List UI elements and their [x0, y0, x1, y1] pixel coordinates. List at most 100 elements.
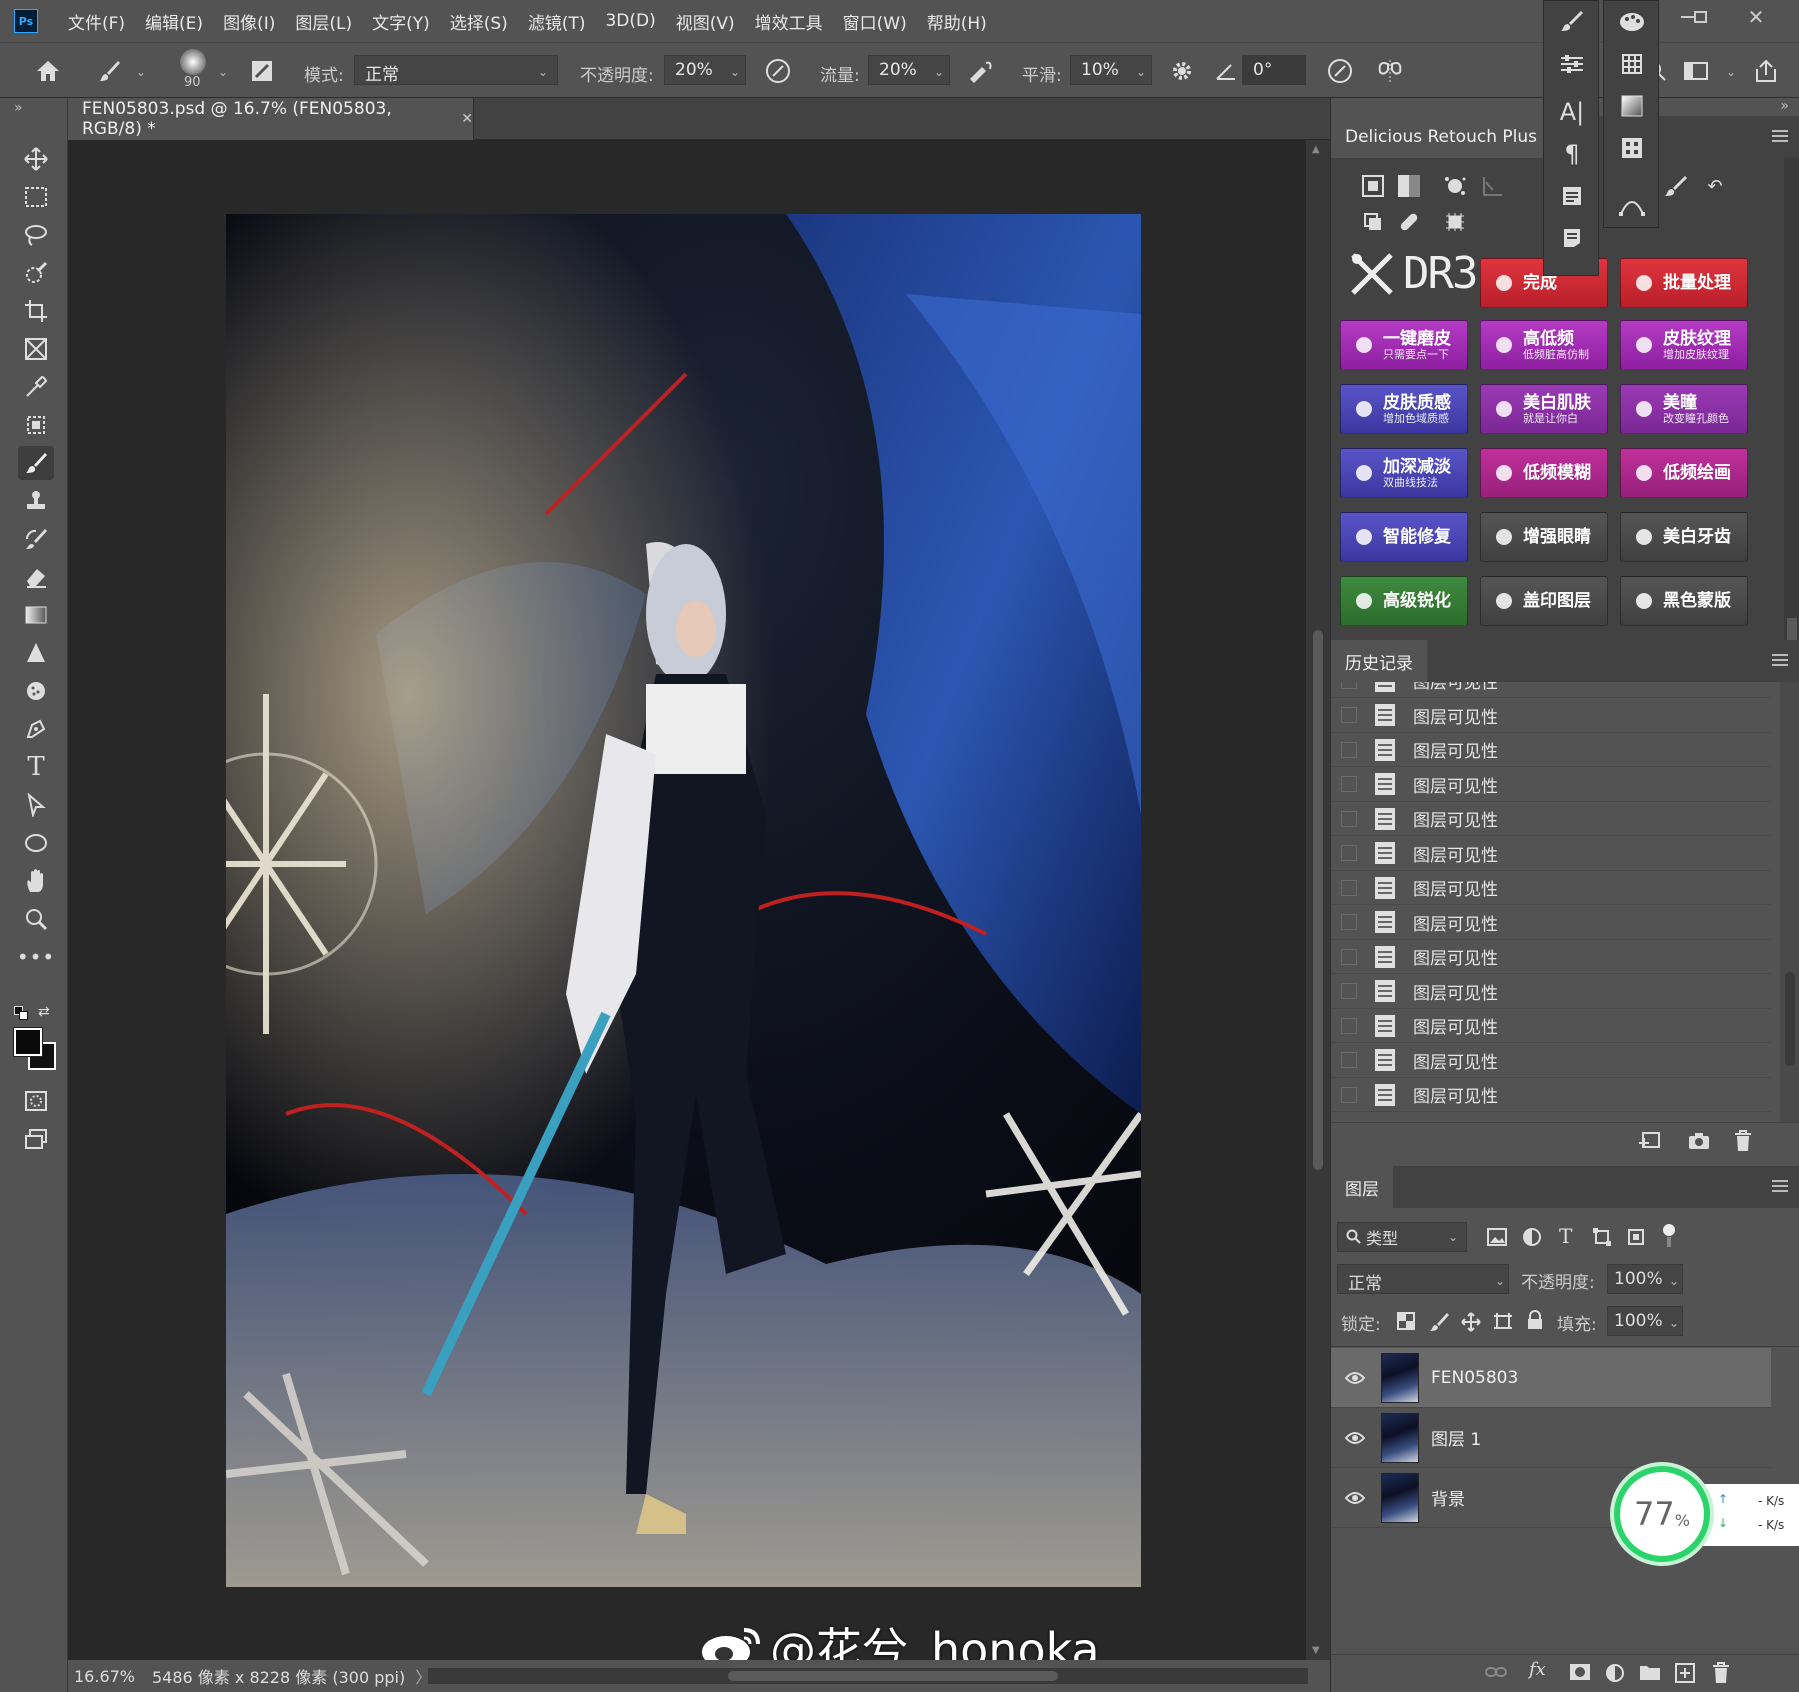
dr-whiten-teeth-button[interactable]: 美白牙齿: [1620, 512, 1748, 562]
history-panel-menu-icon[interactable]: [1772, 654, 1788, 666]
history-state-row[interactable]: 图层可见性: [1331, 906, 1771, 940]
new-document-from-state-icon[interactable]: [1637, 1131, 1661, 1153]
zoom-level[interactable]: 16.67%: [74, 1667, 144, 1686]
menu-select[interactable]: 选择(S): [450, 9, 508, 34]
dr-panel-scroll-thumb[interactable]: [1787, 618, 1797, 642]
menu-image[interactable]: 图像(I): [223, 9, 275, 34]
dr-select-icon[interactable]: [1359, 172, 1387, 200]
lock-image-pixels-icon[interactable]: [1429, 1312, 1449, 1332]
history-state-row[interactable]: 图层可见性: [1331, 699, 1771, 733]
collapse-panels-icon[interactable]: »: [1780, 98, 1789, 114]
brush-size-chevron-icon[interactable]: ⌄: [218, 65, 228, 79]
menu-file[interactable]: 文件(F): [68, 9, 125, 34]
filter-adjustment-icon[interactable]: [1523, 1228, 1541, 1246]
color-panel-icon[interactable]: [1604, 1, 1660, 43]
dr-hi-lo-freq-button[interactable]: 高低频 低频脏高仿制: [1480, 320, 1608, 370]
history-snapshot-checkbox[interactable]: [1341, 845, 1357, 861]
mode-select[interactable]: 正常: [354, 55, 558, 85]
history-snapshot-checkbox[interactable]: [1341, 810, 1357, 827]
collapse-toolbar-icon[interactable]: »: [14, 100, 23, 116]
clone-stamp-tool-icon[interactable]: [18, 484, 54, 518]
menu-help[interactable]: 帮助(H): [927, 9, 987, 34]
network-speed-widget[interactable]: 77% ↑ ↓ - K/s - K/s: [1614, 1466, 1799, 1562]
layer-style-fx-icon[interactable]: fx: [1529, 1659, 1546, 1680]
gradient-tool-icon[interactable]: [18, 598, 54, 632]
layer-filter-select[interactable]: 类型 ⌄: [1337, 1222, 1467, 1252]
history-state-row[interactable]: 图层可见性: [1331, 1078, 1771, 1112]
home-icon[interactable]: [32, 55, 64, 87]
angle-field[interactable]: 0°: [1242, 55, 1306, 85]
history-state-row[interactable]: 图层可见性: [1331, 1044, 1771, 1078]
new-layer-icon[interactable]: [1675, 1663, 1695, 1683]
menu-layer[interactable]: 图层(L): [295, 9, 352, 34]
swatches-panel-icon[interactable]: [1604, 43, 1660, 85]
new-group-folder-icon[interactable]: [1639, 1663, 1661, 1681]
layers-panel-menu-icon[interactable]: [1772, 1180, 1788, 1192]
crop-tool-icon[interactable]: [18, 294, 54, 328]
menu-plugins[interactable]: 增效工具: [755, 9, 823, 34]
delete-layer-trash-icon[interactable]: [1711, 1661, 1731, 1685]
pressure-size-icon[interactable]: [1324, 55, 1356, 87]
history-snapshot-checkbox[interactable]: [1341, 741, 1357, 758]
close-tab-icon[interactable]: ✕: [461, 111, 473, 127]
gradients-panel-icon[interactable]: [1604, 85, 1660, 127]
glyphs-panel-icon[interactable]: [1544, 175, 1600, 217]
dr-panel-tab[interactable]: Delicious Retouch Plus: [1331, 116, 1551, 158]
filter-pixel-icon[interactable]: [1487, 1228, 1507, 1246]
visibility-eye-icon[interactable]: [1343, 1491, 1367, 1505]
filter-type-icon[interactable]: T: [1559, 1224, 1572, 1248]
menu-edit[interactable]: 编辑(E): [145, 9, 203, 34]
visibility-eye-icon[interactable]: [1343, 1431, 1367, 1445]
brush-tip-preview[interactable]: [180, 49, 206, 75]
dr-skin-quality-button[interactable]: 皮肤质感 增加色域质感: [1340, 384, 1468, 434]
menu-3d[interactable]: 3D(D): [605, 11, 655, 31]
dr-sharpen-button[interactable]: 高级锐化: [1340, 576, 1468, 626]
more-tools-icon[interactable]: •••: [17, 940, 54, 974]
symmetry-icon[interactable]: [1374, 55, 1406, 87]
airbrush-icon[interactable]: [964, 55, 996, 87]
quick-mask-icon[interactable]: [18, 1084, 54, 1118]
new-adjustment-layer-icon[interactable]: [1605, 1663, 1625, 1683]
mode-chevron-icon[interactable]: ⌄: [538, 65, 548, 79]
history-state-row[interactable]: 图层可见性: [1331, 940, 1771, 974]
foreground-color-swatch[interactable]: [13, 1027, 43, 1057]
document-image[interactable]: [226, 214, 1141, 1587]
dr-low-freq-blur-button[interactable]: 低频模糊: [1480, 448, 1608, 498]
dr-stamp-layer-button[interactable]: 盖印图层: [1480, 576, 1608, 626]
adjustments-panel-icon[interactable]: [1544, 43, 1600, 85]
dr-low-freq-paint-button[interactable]: 低频绘画: [1620, 448, 1748, 498]
history-state-row[interactable]: 图层可见性: [1331, 682, 1771, 698]
dr-black-mask-button[interactable]: 黑色蒙版: [1620, 576, 1748, 626]
workspace-chevron-icon[interactable]: ⌄: [1726, 65, 1736, 79]
zoom-tool-icon[interactable]: [18, 902, 54, 936]
patterns-panel-icon[interactable]: [1604, 127, 1660, 169]
dr-undo-icon[interactable]: ↶: [1701, 172, 1729, 200]
lock-artboard-icon[interactable]: [1493, 1312, 1513, 1332]
dr-brush-icon[interactable]: [1661, 172, 1689, 200]
vertical-scrollbar[interactable]: ▲ ▼: [1306, 140, 1330, 1660]
vertical-scroll-thumb[interactable]: [1313, 630, 1323, 1170]
history-scrollbar[interactable]: [1780, 682, 1799, 1122]
document-tab[interactable]: FEN05803.psd @ 16.7% (FEN05803, RGB/8) *…: [68, 98, 474, 140]
history-state-row[interactable]: 图层可见性: [1331, 733, 1771, 767]
layer-opacity-chevron-icon[interactable]: ⌄: [1669, 1274, 1679, 1288]
dr-bandage-icon[interactable]: [1395, 208, 1423, 236]
spot-healing-tool-icon[interactable]: [18, 408, 54, 442]
dr-panel-menu-icon[interactable]: [1772, 130, 1788, 142]
add-mask-icon[interactable]: [1569, 1663, 1591, 1681]
scroll-down-icon[interactable]: ▼: [1312, 1645, 1320, 1656]
history-state-row[interactable]: 图层可见性: [1331, 837, 1771, 871]
history-snapshot-checkbox[interactable]: [1341, 1086, 1357, 1103]
quick-selection-tool-icon[interactable]: [18, 256, 54, 290]
history-snapshot-checkbox[interactable]: [1341, 1017, 1357, 1034]
dr-curve-icon[interactable]: [1479, 172, 1507, 200]
dr-gradient-icon[interactable]: [1395, 172, 1423, 200]
share-icon[interactable]: [1750, 55, 1782, 87]
maximize-icon[interactable]: [1670, 0, 1730, 34]
dr-enhance-eyes-button[interactable]: 增强眼睛: [1480, 512, 1608, 562]
fill-chevron-icon[interactable]: ⌄: [1669, 1316, 1679, 1330]
dr-skin-texture-button[interactable]: 皮肤纹理 增加皮肤纹理: [1620, 320, 1748, 370]
pressure-opacity-icon[interactable]: [762, 55, 794, 87]
frame-tool-icon[interactable]: [18, 332, 54, 366]
swap-colors-icon[interactable]: ⇄: [38, 1004, 50, 1020]
